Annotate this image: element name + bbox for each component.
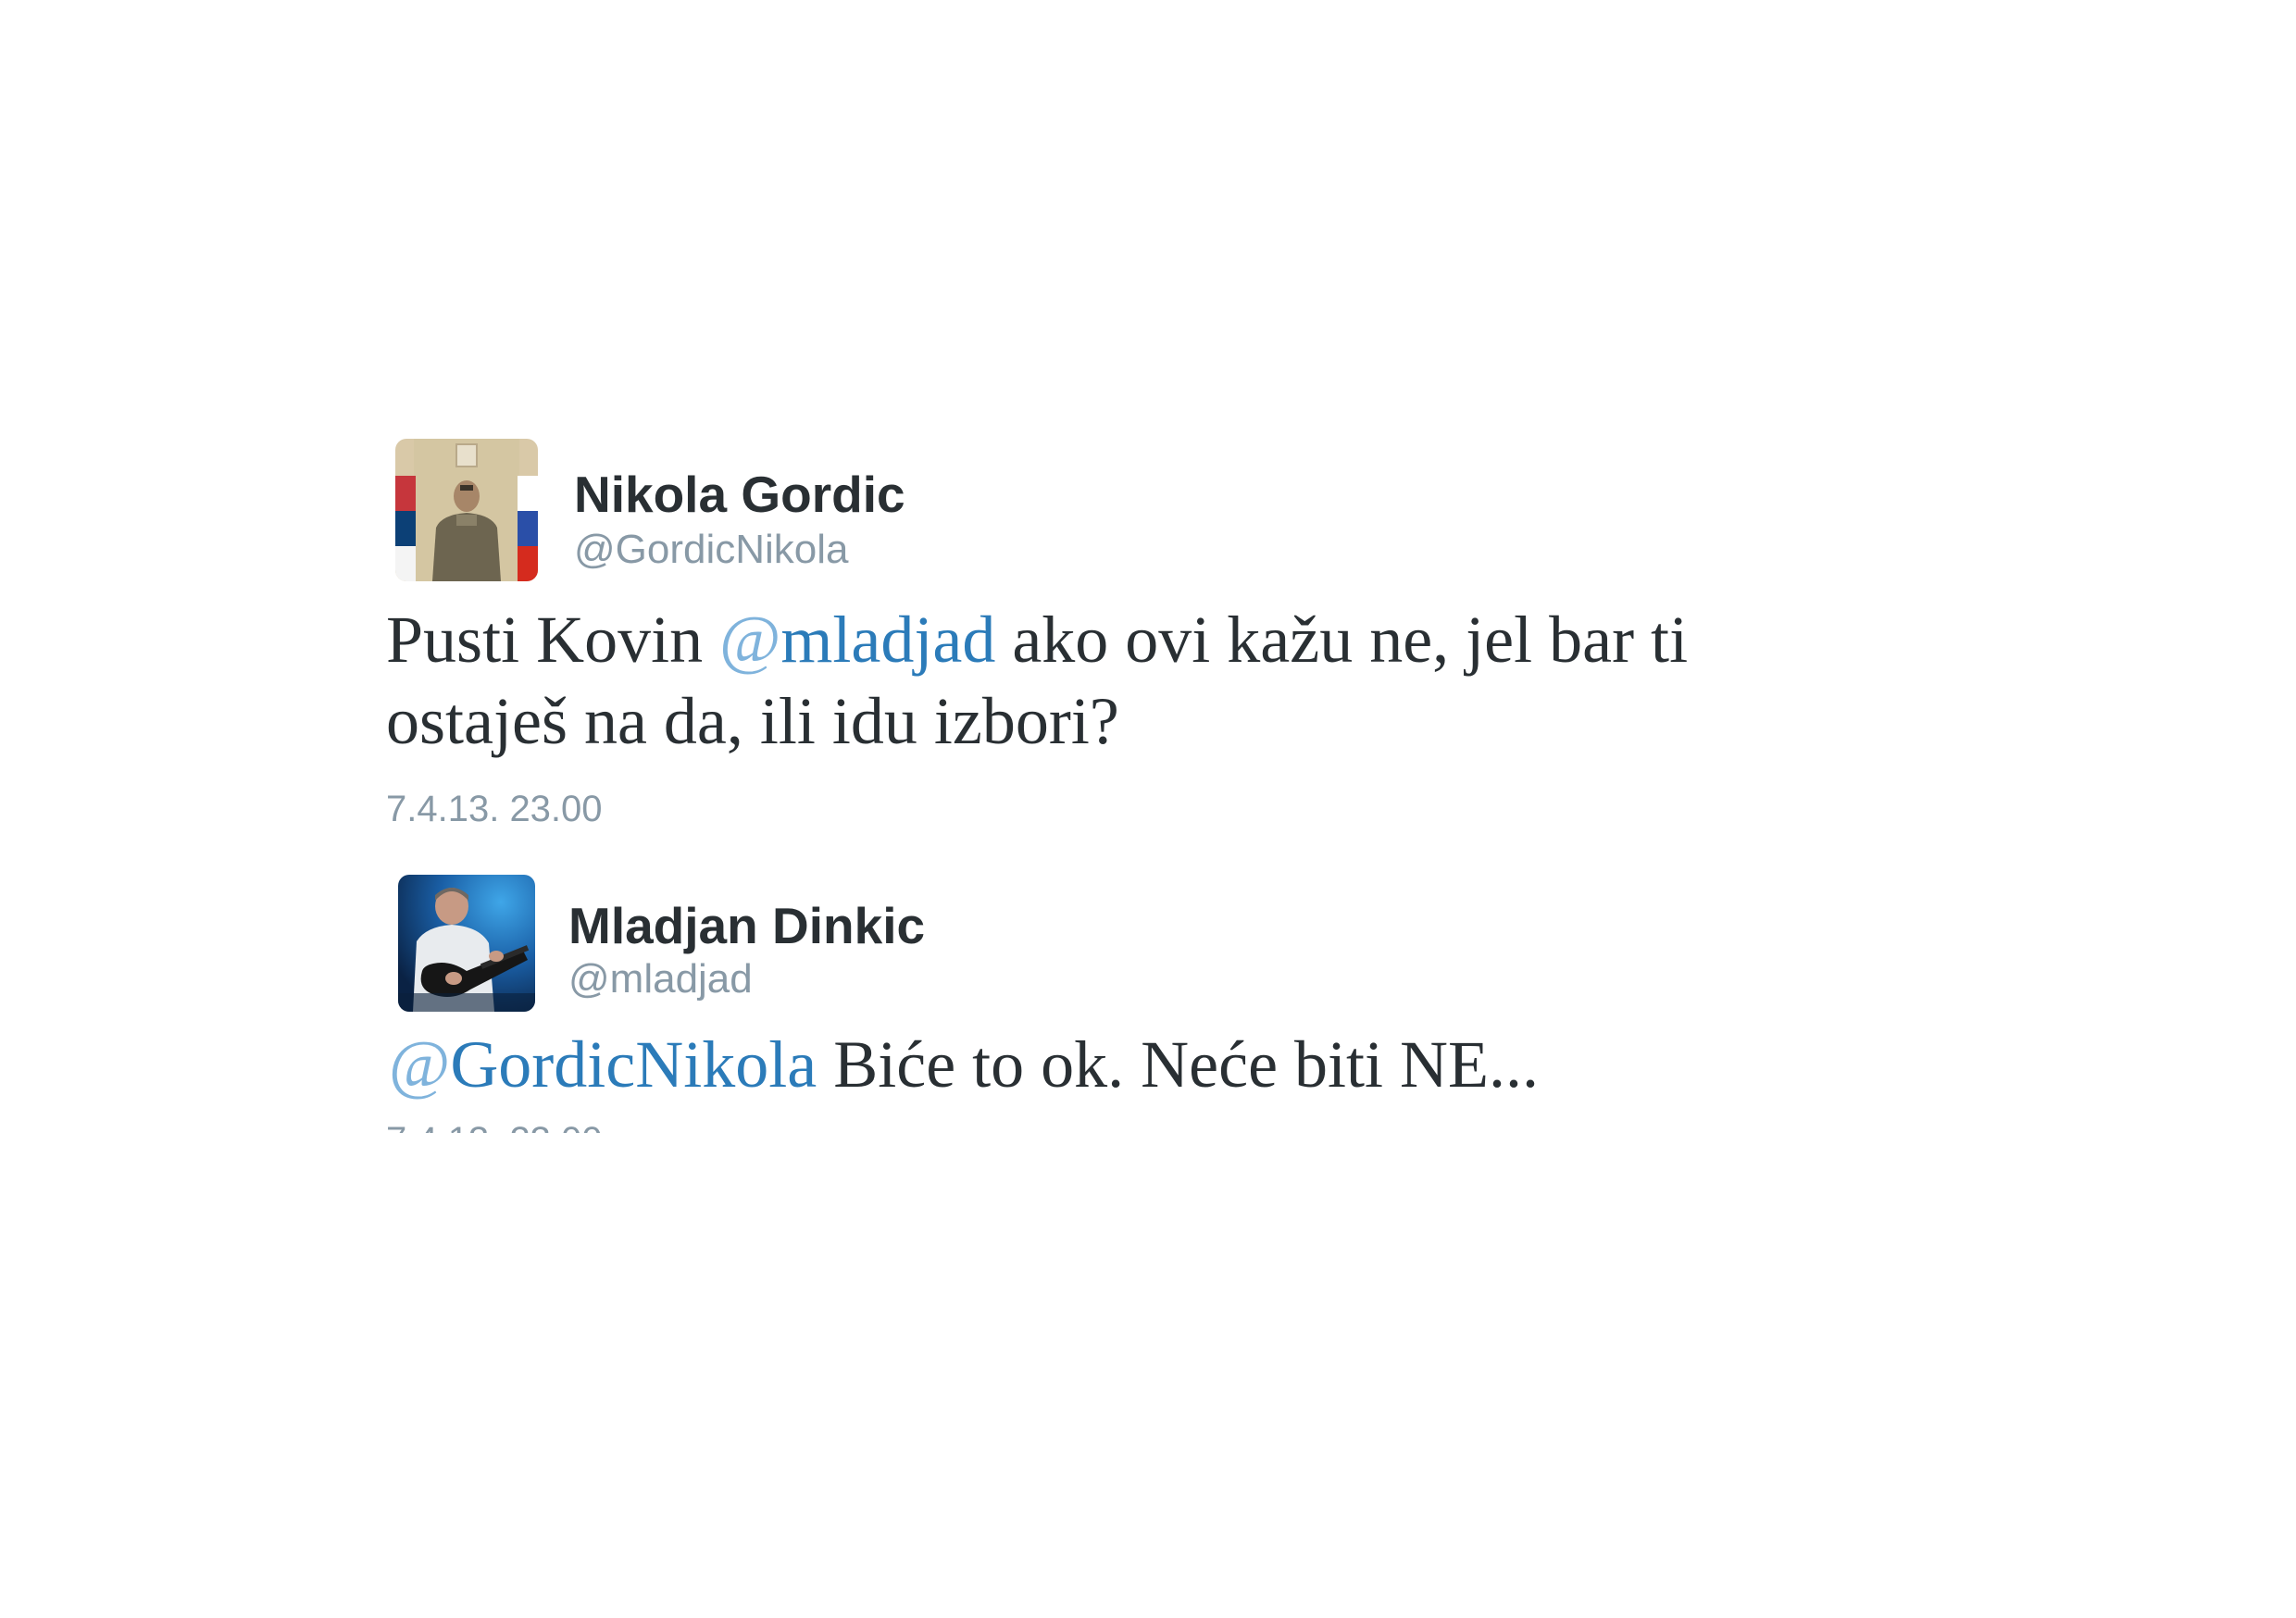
tweet-timestamp[interactable]: 7.4.13. 23.00 [386, 790, 603, 828]
mention-link-mladjad[interactable]: @mladjad [719, 603, 995, 677]
tweet-text-segment: ostaješ na da, ili idu izbori? [386, 684, 1119, 758]
user-handle[interactable]: @GordicNikola [574, 529, 849, 570]
user-name[interactable]: Nikola Gordic [574, 469, 905, 520]
mention-at-symbol: @ [389, 1027, 451, 1101]
user-name[interactable]: Mladjan Dinkic [568, 901, 925, 952]
avatar-photo-icon [395, 439, 538, 581]
tweet-text-segment: ako ovi kažu ne, jel bar ti [995, 603, 1689, 677]
mention-name: mladjad [780, 603, 996, 677]
avatar-photo-icon [398, 875, 535, 1012]
timestamp-clip: 7.4.13. 23.00 [0, 1122, 2296, 1133]
mention-name: GordicNikola [450, 1027, 817, 1101]
user-handle[interactable]: @mladjad [568, 959, 753, 1000]
tweet-text: @GordicNikola Biće to ok. Neće biti NE..… [389, 1024, 1539, 1105]
tweet-timestamp[interactable]: 7.4.13. 23.00 [386, 1122, 603, 1133]
tweet-text-segment: Pusti Kovin [386, 603, 720, 677]
tweet-text-segment: Biće to ok. Neće biti NE... [817, 1027, 1540, 1101]
avatar-mladjan-dinkic[interactable] [398, 875, 535, 1012]
mention-at-symbol: @ [719, 603, 781, 677]
avatar-nikola-gordic[interactable] [395, 439, 538, 581]
tweet-text: Pusti Kovin @mladjad ako ovi kažu ne, je… [386, 599, 1688, 762]
mention-link-gordicnikola[interactable]: @GordicNikola [389, 1027, 817, 1101]
